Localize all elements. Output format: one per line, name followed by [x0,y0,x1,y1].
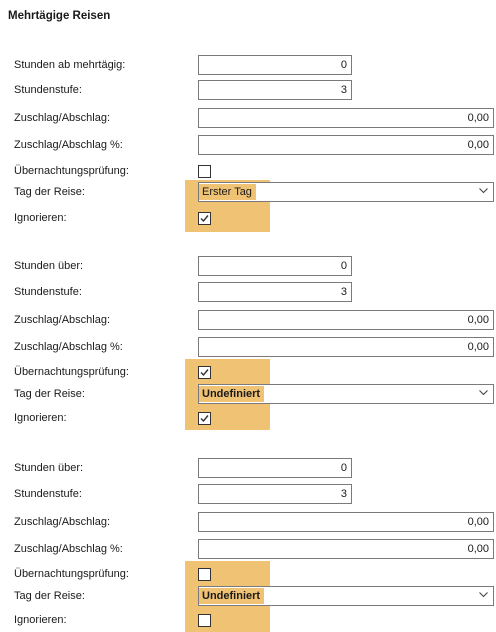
section-title: Mehrtägige Reisen [8,10,111,22]
hours-input[interactable]: 0 [198,55,352,75]
day-select-value: Undefiniert [199,588,265,604]
hours-label: Stunden ab mehrtägig: [14,59,126,71]
checkmark-icon [200,415,209,423]
ignore-checkbox[interactable] [198,212,211,225]
overnight-checkbox[interactable] [198,568,211,581]
ignore-label: Ignorieren: [14,212,67,224]
day-select-value: Undefiniert [199,386,265,402]
chevron-down-icon [479,592,488,598]
day-select-value: Erster Tag [199,184,256,200]
checkmark-icon [200,215,209,223]
surcharge-pct-label: Zuschlag/Abschlag %: [14,341,123,353]
hours-input[interactable]: 0 [198,458,352,478]
chevron-down-icon [479,188,488,194]
surcharge-pct-label: Zuschlag/Abschlag %: [14,543,123,555]
overnight-checkbox[interactable] [198,165,211,178]
surcharge-label: Zuschlag/Abschlag: [14,516,110,528]
surcharge-pct-input[interactable]: 0,00 [198,539,494,559]
hours-label: Stunden über: [14,462,84,474]
overnight-checkbox[interactable] [198,366,211,379]
surcharge-input[interactable]: 0,00 [198,310,494,330]
level-input[interactable]: 3 [198,282,352,302]
surcharge-label: Zuschlag/Abschlag: [14,314,110,326]
day-select[interactable]: Erster Tag [198,182,494,202]
level-label: Stundenstufe: [14,488,82,500]
ignore-checkbox[interactable] [198,614,211,627]
day-select[interactable]: Undefiniert [198,384,494,404]
overnight-label: Übernachtungsprüfung: [14,165,129,177]
ignore-label: Ignorieren: [14,412,67,424]
level-input[interactable]: 3 [198,484,352,504]
checkmark-icon [200,369,209,377]
surcharge-pct-label: Zuschlag/Abschlag %: [14,139,123,151]
hours-input[interactable]: 0 [198,256,352,276]
level-input[interactable]: 3 [198,80,352,100]
level-label: Stundenstufe: [14,84,82,96]
surcharge-input[interactable]: 0,00 [198,512,494,532]
day-label: Tag der Reise: [14,186,85,198]
day-label: Tag der Reise: [14,388,85,400]
hours-label: Stunden über: [14,260,84,272]
day-select[interactable]: Undefiniert [198,586,494,606]
surcharge-pct-input[interactable]: 0,00 [198,135,494,155]
chevron-down-icon [479,390,488,396]
day-label: Tag der Reise: [14,590,85,602]
overnight-label: Übernachtungsprüfung: [14,568,129,580]
surcharge-input[interactable]: 0,00 [198,108,494,128]
level-label: Stundenstufe: [14,286,82,298]
surcharge-pct-input[interactable]: 0,00 [198,337,494,357]
surcharge-label: Zuschlag/Abschlag: [14,112,110,124]
ignore-checkbox[interactable] [198,412,211,425]
overnight-label: Übernachtungsprüfung: [14,366,129,378]
ignore-label: Ignorieren: [14,614,67,626]
